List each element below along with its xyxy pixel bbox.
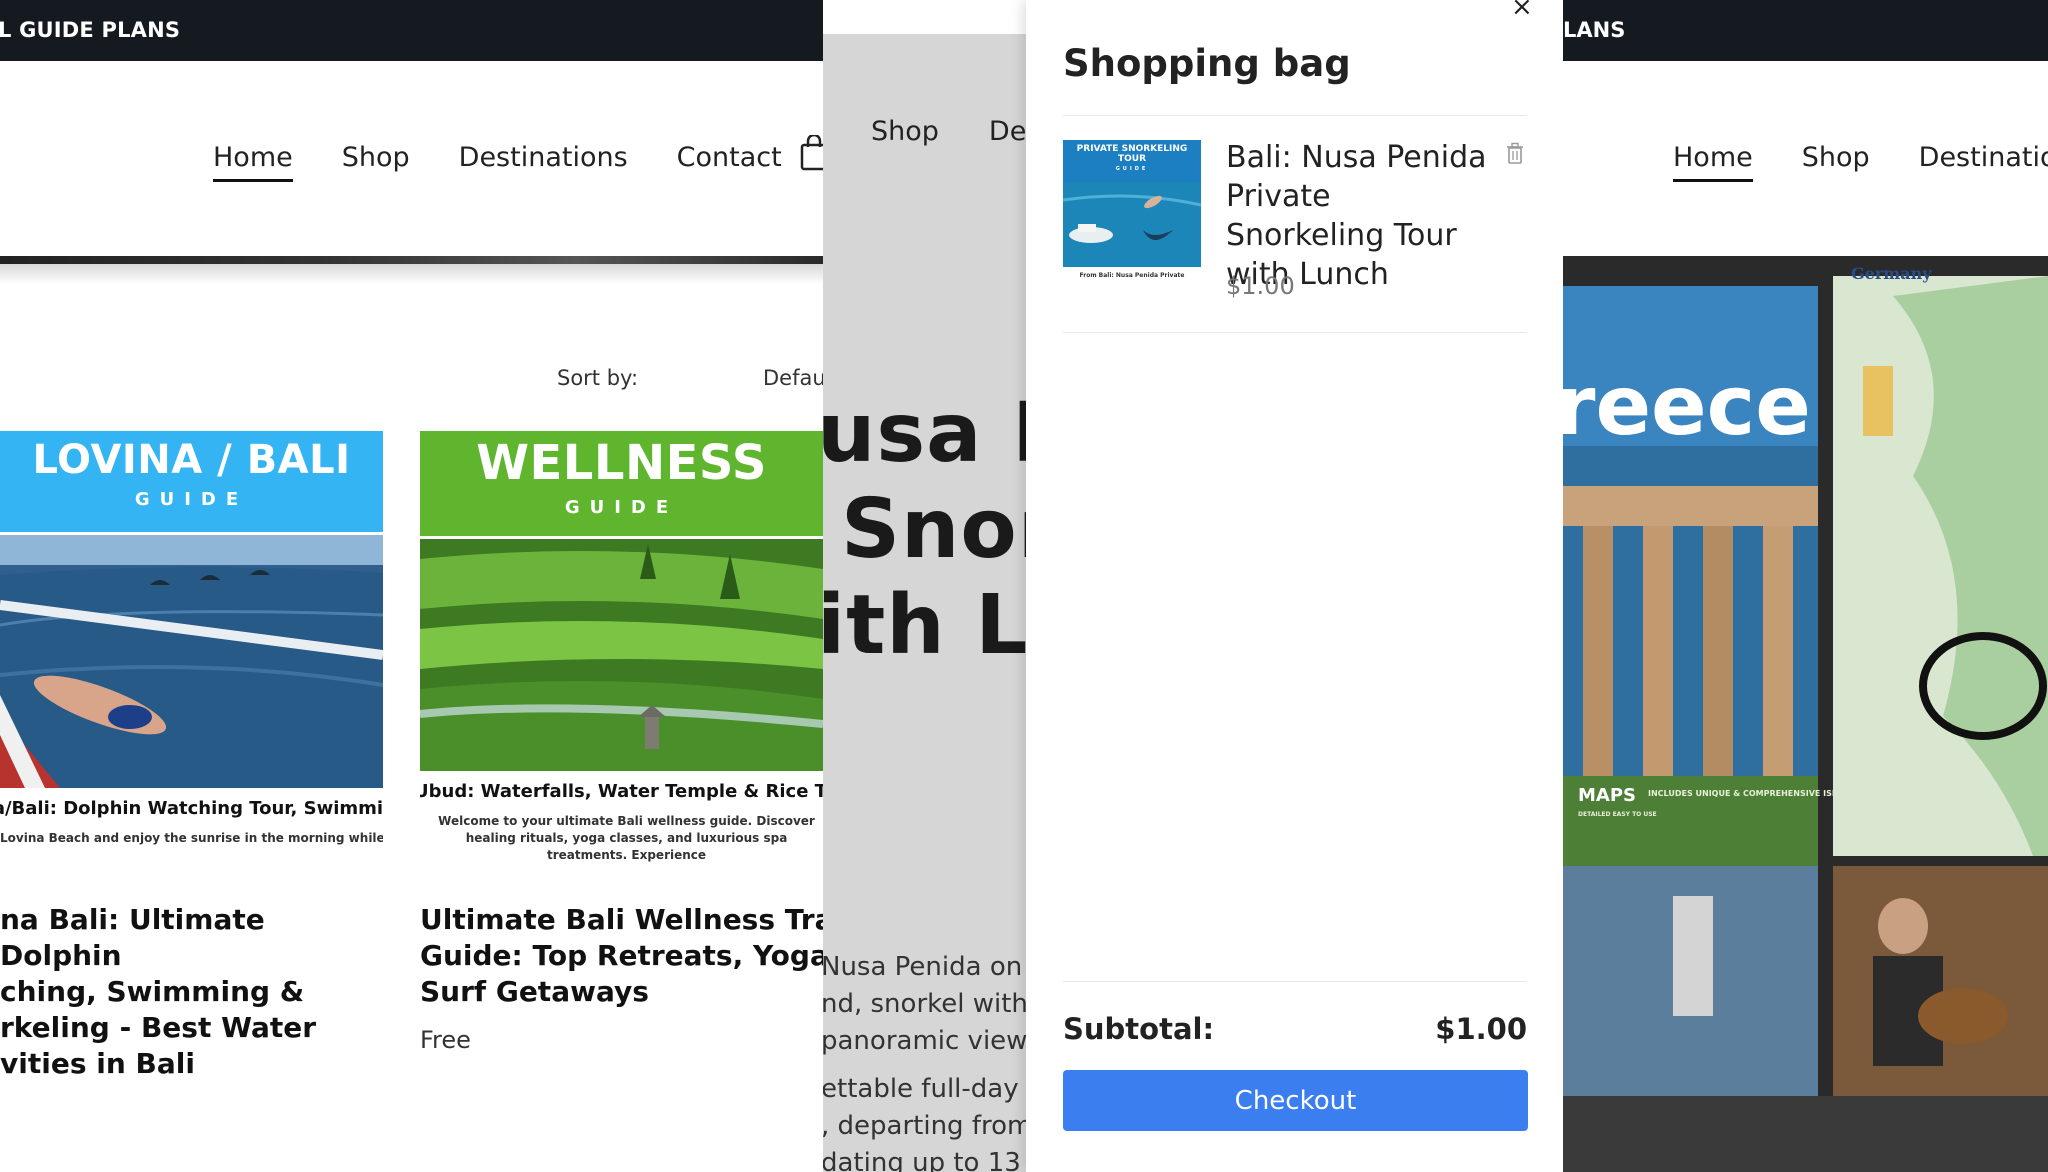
nav-home[interactable]: Home: [213, 142, 293, 182]
image-caption: na/Bali: Dolphin Watching Tour, Swimming…: [0, 788, 383, 873]
description-line: nd, snorkel with t: [823, 989, 1026, 1019]
main-nav: Home Shop Destination: [1673, 142, 2048, 182]
cart-item-thumbnail[interactable]: PRIVATE SNORKELING TOUR GUIDE From Bali:…: [1063, 140, 1201, 285]
checkout-button[interactable]: Checkout: [1063, 1070, 1528, 1131]
caption-title: na/Bali: Dolphin Watching Tour, Swimming…: [0, 798, 383, 819]
guide-banner: LOVINA / BALI GUIDE: [0, 431, 383, 532]
thumb-subtitle: GUIDE: [1115, 166, 1149, 172]
drawer-title: Shopping bag: [1063, 42, 1351, 85]
product-price: Free: [420, 1026, 471, 1054]
title-line: Guide: Top Retreats, Yoga, ar: [420, 939, 823, 972]
hero-image-edge: [0, 256, 823, 264]
divider: [1063, 115, 1527, 116]
thumb-title: PRIVATE SNORKELING TOUR: [1076, 144, 1188, 164]
brand-name: L GUIDE PLANS: [0, 18, 181, 42]
description-line: ettable full-day c: [823, 1074, 1026, 1104]
title-line: rkeling - Best Water: [0, 1011, 317, 1044]
title-line: Surf Getaways: [420, 975, 649, 1008]
nav-destinations[interactable]: Destinations: [459, 142, 628, 182]
caption-desc: Lovina Beach and enjoy the sunrise in th…: [0, 831, 383, 845]
dolphin-photo: [0, 535, 383, 788]
nav-shop[interactable]: Shop: [342, 142, 410, 182]
banner-subtitle: GUIDE: [134, 489, 249, 510]
sort-label: Sort by:: [557, 366, 639, 390]
title-line: vities in Bali: [0, 1047, 195, 1080]
home-page-dimmed: LANS Home Shop Destination MAPS DETAILED…: [1563, 0, 2048, 1172]
image-caption: Ubud: Waterfalls, Water Temple & Rice Te…: [420, 771, 823, 873]
product-page-nav: Shop Des: [871, 116, 1026, 147]
banner-subtitle: GUIDE: [564, 497, 679, 518]
main-nav: Home Shop Destinations Contact: [213, 142, 782, 182]
description-line: Nusa Penida on a: [823, 952, 1026, 982]
nav-shop[interactable]: Shop: [1802, 142, 1870, 182]
announcement-bar: L GUIDE PLANS: [0, 0, 823, 61]
description-line: , departing from: [823, 1111, 1026, 1141]
divider: [1063, 981, 1527, 982]
divider: [1063, 332, 1527, 333]
shopping-bag-drawer: × Shopping bag PRIVATE SNORKELING TOUR G…: [1026, 0, 1563, 1172]
product-title-line: Snorl: [841, 482, 1026, 577]
banner-title: WELLNESS: [476, 435, 767, 491]
description-line: dating up to 13 pe: [823, 1148, 1026, 1172]
trash-icon[interactable]: [1505, 142, 1525, 164]
guide-banner: WELLNESS GUIDE: [420, 431, 823, 536]
maps-badge: MAPS: [1578, 785, 1636, 806]
map-heading: Germany: [1851, 264, 1932, 283]
shop-page: L GUIDE PLANS Home Shop Destinations Con…: [0, 0, 823, 1172]
product-title-line: ith Lur: [823, 578, 1026, 673]
product-image-lovina[interactable]: LOVINA / BALI GUIDE na/Bali: Dolphin Wat…: [0, 431, 383, 873]
thumb-banner: PRIVATE SNORKELING TOUR GUIDE: [1063, 140, 1201, 182]
title-line: na Bali: Ultimate Dolphin: [0, 903, 265, 972]
close-icon[interactable]: ×: [1511, 0, 1533, 22]
title-line: Ultimate Bali Wellness Travel: [420, 903, 823, 936]
title-line: ching, Swimming &: [0, 975, 305, 1008]
banner-title: LOVINA / BALI: [32, 437, 351, 483]
nav-contact[interactable]: Contact: [677, 142, 782, 182]
product-title-lovina[interactable]: na Bali: Ultimate Dolphin ching, Swimmin…: [0, 902, 383, 1082]
nav-destinations[interactable]: Destination: [1919, 142, 2048, 182]
product-image-wellness[interactable]: WELLNESS GUIDE Ubud: Waterfalls, Water T…: [420, 431, 823, 873]
announcement-bar: LANS: [1563, 0, 2048, 61]
product-title-wellness[interactable]: Ultimate Bali Wellness Travel Guide: Top…: [420, 902, 823, 1010]
hero-shadow: [0, 264, 823, 284]
sort-select[interactable]: Defaul: [763, 366, 823, 390]
shopping-bag-icon[interactable]: [800, 135, 823, 171]
subtotal-value: $1.00: [1435, 1012, 1527, 1046]
rice-terrace-photo: [420, 539, 823, 771]
cart-item-name[interactable]: Bali: Nusa Penida Private Snorkeling Tou…: [1226, 138, 1496, 294]
maps-note: DETAILED EASY TO USE: [1578, 811, 1657, 818]
brand-name: LANS: [1563, 18, 1626, 42]
nav-home[interactable]: Home: [1673, 142, 1753, 182]
cart-item-price: $1.00: [1226, 272, 1295, 300]
caption-desc: Welcome to your ultimate Bali wellness g…: [438, 814, 815, 862]
description-line: panoramic views: [823, 1026, 1026, 1056]
thumb-caption: From Bali: Nusa Penida Private: [1079, 272, 1185, 279]
destination-word: reece: [1563, 359, 1811, 454]
nav-shop[interactable]: Shop: [871, 116, 939, 147]
nav-destinations[interactable]: Des: [989, 116, 1026, 147]
travel-guides-hero-image: MAPS DETAILED EASY TO USE INCLUDES UNIQU…: [1563, 256, 2048, 1172]
product-title-line: usa Pe: [823, 386, 1026, 481]
caption-title: Ubud: Waterfalls, Water Temple & Rice Te…: [420, 781, 823, 802]
product-page-dimmed: Shop Des usa Pe Snorl ith Lur Nusa Penid…: [823, 34, 1026, 1172]
subtotal-label: Subtotal:: [1063, 1012, 1215, 1046]
